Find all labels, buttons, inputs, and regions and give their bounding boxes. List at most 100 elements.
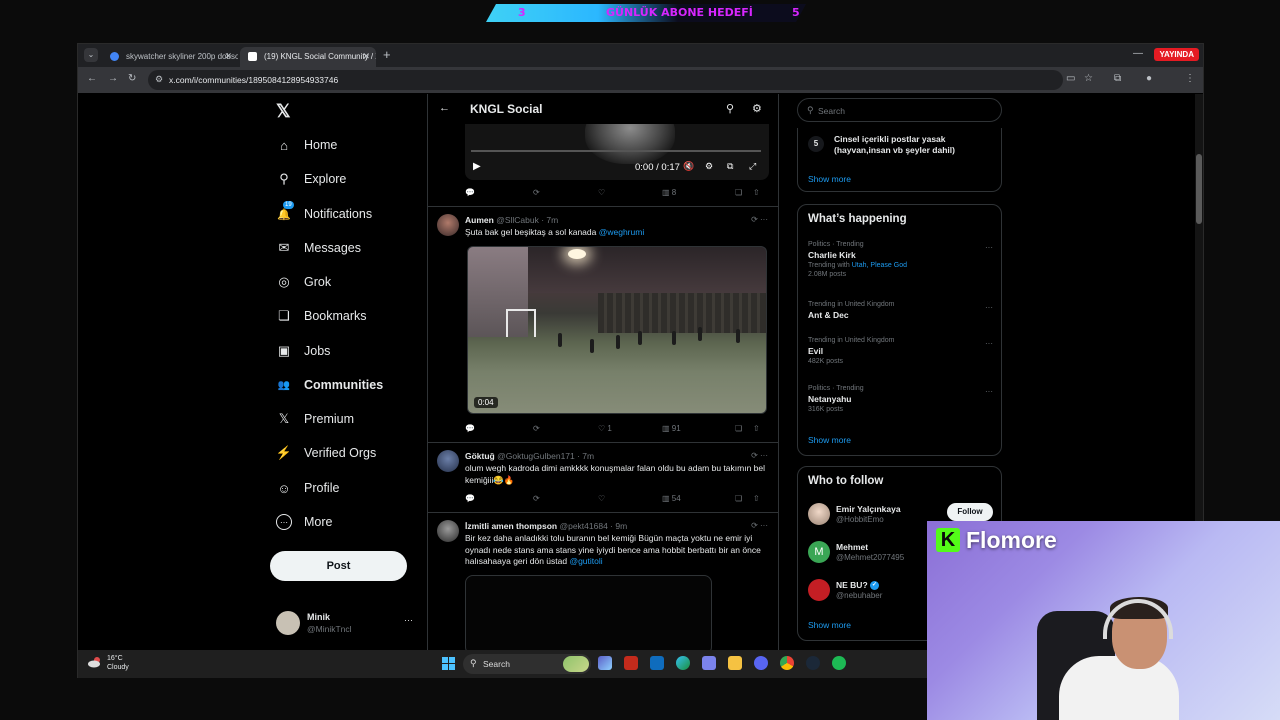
steam-icon[interactable] — [806, 656, 820, 670]
like-icon[interactable]: ♡ — [598, 188, 605, 197]
taskbar-search[interactable]: ⚲ Search — [463, 654, 591, 674]
play-icon[interactable]: ▶ — [473, 161, 481, 172]
search-icon[interactable]: ⚲ — [726, 102, 734, 115]
tab-skywatcher[interactable]: skywatcher skyliner 200p dobso ✕ — [102, 47, 238, 67]
windows-start-icon[interactable] — [442, 657, 455, 670]
share-icon[interactable]: ⇧ — [753, 188, 760, 197]
minimize-button[interactable]: — — [1133, 48, 1143, 59]
nav-messages[interactable]: ✉ Messages — [276, 235, 361, 261]
tweet-author[interactable]: Göktuğ @GoktugGulben171 · 7m — [465, 451, 594, 461]
gear-icon[interactable]: ⚙ — [752, 102, 762, 115]
bookmark-icon[interactable]: ❏ — [735, 188, 742, 197]
store-icon[interactable] — [624, 656, 638, 670]
post-button[interactable]: Post — [270, 551, 407, 581]
more-icon[interactable]: ··· — [985, 303, 993, 312]
discord-icon[interactable] — [754, 656, 768, 670]
star-icon[interactable]: ☆ — [1084, 73, 1093, 84]
nav-premium[interactable]: 𝕏 Premium — [276, 406, 354, 432]
edge-icon[interactable] — [676, 656, 690, 670]
chrome-icon[interactable] — [780, 656, 794, 670]
media-placeholder[interactable] — [465, 575, 712, 650]
forward-icon[interactable]: → — [108, 73, 118, 84]
video-progress-bar[interactable] — [471, 150, 761, 152]
views-icon[interactable]: ▥ 8 — [662, 188, 676, 197]
nav-communities[interactable]: 👥 Communities — [276, 372, 383, 398]
more-icon[interactable]: ⟳ ··· — [751, 215, 768, 224]
account-switcher[interactable]: Minik @MinikTncl ··· — [276, 611, 416, 641]
tweet[interactable]: Göktuğ @GoktugGulben171 · 7m ⟳ ··· olum … — [428, 442, 778, 512]
back-icon[interactable]: ← — [87, 73, 97, 84]
trend-item[interactable]: Politics · Trending Charlie Kirk Trendin… — [808, 241, 993, 278]
more-icon[interactable]: ··· — [404, 615, 413, 625]
trend-item[interactable]: Trending in United Kingdom Ant & Dec ··· — [808, 301, 993, 320]
widgets-icon[interactable] — [598, 656, 612, 670]
back-arrow-icon[interactable]: ← — [439, 102, 450, 114]
pip-icon[interactable]: ⧉ — [727, 161, 733, 172]
video-player[interactable]: ▶ 0:00 / 0:17 🔇 ⚙ ⧉ ⤢ — [465, 124, 769, 180]
show-more-link[interactable]: Show more — [808, 174, 851, 184]
follow-button[interactable]: Follow — [947, 503, 993, 521]
more-icon[interactable]: ··· — [985, 387, 993, 396]
avatar[interactable] — [437, 520, 459, 542]
teams-icon[interactable] — [702, 656, 716, 670]
show-more-link[interactable]: Show more — [808, 620, 851, 630]
bookmark-icon[interactable]: ❏ — [735, 424, 742, 433]
reload-icon[interactable]: ↻ — [128, 73, 136, 84]
trend-related-link[interactable]: Utah, Please God — [852, 262, 907, 269]
cast-icon[interactable]: ▭ — [1066, 73, 1075, 84]
more-icon[interactable]: ··· — [985, 243, 993, 252]
mention-link[interactable]: @gutitoli — [569, 556, 602, 566]
avatar[interactable] — [437, 450, 459, 472]
mute-icon[interactable]: 🔇 — [683, 161, 694, 172]
nav-more[interactable]: ⋯ More — [276, 509, 332, 535]
outlook-icon[interactable] — [650, 656, 664, 670]
file-explorer-icon[interactable] — [728, 656, 742, 670]
video-thumbnail[interactable]: 0:04 — [467, 246, 767, 414]
bookmark-icon[interactable]: ❏ — [735, 494, 742, 503]
new-tab-button[interactable]: + — [383, 47, 391, 62]
trend-item[interactable]: Trending in United Kingdom Evil 482K pos… — [808, 337, 993, 365]
nav-bookmarks[interactable]: ❏ Bookmarks — [276, 303, 366, 329]
close-icon[interactable]: ✕ — [224, 51, 232, 62]
reply-icon[interactable]: 💬 — [465, 494, 475, 503]
close-icon[interactable]: ✕ — [362, 51, 370, 62]
x-logo-icon[interactable]: 𝕏 — [276, 101, 291, 122]
tweet-author[interactable]: Aumen @SllCabuk · 7m — [465, 215, 558, 225]
url-field[interactable]: ⚙ x.com/i/communities/189508412895493374… — [148, 70, 1063, 90]
nav-explore[interactable]: ⚲ Explore — [276, 166, 346, 192]
reply-icon[interactable]: 💬 — [465, 424, 475, 433]
share-icon[interactable]: ⇧ — [753, 494, 760, 503]
mention-link[interactable]: @weghrumi — [599, 227, 644, 237]
search-input[interactable]: ⚲ Search — [797, 98, 1002, 122]
profile-icon[interactable]: ● — [1146, 73, 1152, 84]
share-icon[interactable]: ⇧ — [753, 424, 760, 433]
show-more-link[interactable]: Show more — [808, 435, 851, 445]
views-icon[interactable]: ▥ 54 — [662, 494, 681, 503]
menu-icon[interactable]: ⋮ — [1185, 73, 1195, 84]
like-icon[interactable]: ♡ — [598, 494, 605, 503]
avatar[interactable] — [437, 214, 459, 236]
tab-search-dropdown[interactable]: ⌄ — [84, 48, 98, 62]
more-icon[interactable]: ⟳ ··· — [751, 451, 768, 460]
more-icon[interactable]: ⟳ ··· — [751, 521, 768, 530]
reply-icon[interactable]: 💬 — [465, 188, 475, 197]
retweet-icon[interactable]: ⟳ — [533, 424, 540, 433]
scrollbar-thumb[interactable] — [1196, 154, 1202, 224]
nav-home[interactable]: ⌂ Home — [276, 132, 337, 158]
views-icon[interactable]: ▥ 91 — [662, 424, 681, 433]
site-info-icon[interactable]: ⚙ — [155, 74, 163, 85]
nav-jobs[interactable]: ▣ Jobs — [276, 338, 331, 364]
tweet-author[interactable]: İzmitli amen thompson @pekt41684 · 9m — [465, 521, 627, 531]
nav-notifications[interactable]: 🔔 19 Notifications — [276, 201, 372, 227]
retweet-icon[interactable]: ⟳ — [533, 494, 540, 503]
nav-verified-orgs[interactable]: ⚡ Verified Orgs — [276, 440, 376, 466]
fullscreen-icon[interactable]: ⤢ — [749, 161, 756, 172]
nav-profile[interactable]: ☺ Profile — [276, 475, 339, 501]
like-icon[interactable]: ♡ 1 — [598, 424, 612, 433]
nav-grok[interactable]: ◎ Grok — [276, 269, 331, 295]
settings-icon[interactable]: ⚙ — [705, 161, 713, 172]
trend-item[interactable]: Politics · Trending Netanyahu 316K posts… — [808, 385, 993, 413]
retweet-icon[interactable]: ⟳ — [533, 188, 540, 197]
spotify-icon[interactable] — [832, 656, 846, 670]
more-icon[interactable]: ··· — [985, 339, 993, 348]
